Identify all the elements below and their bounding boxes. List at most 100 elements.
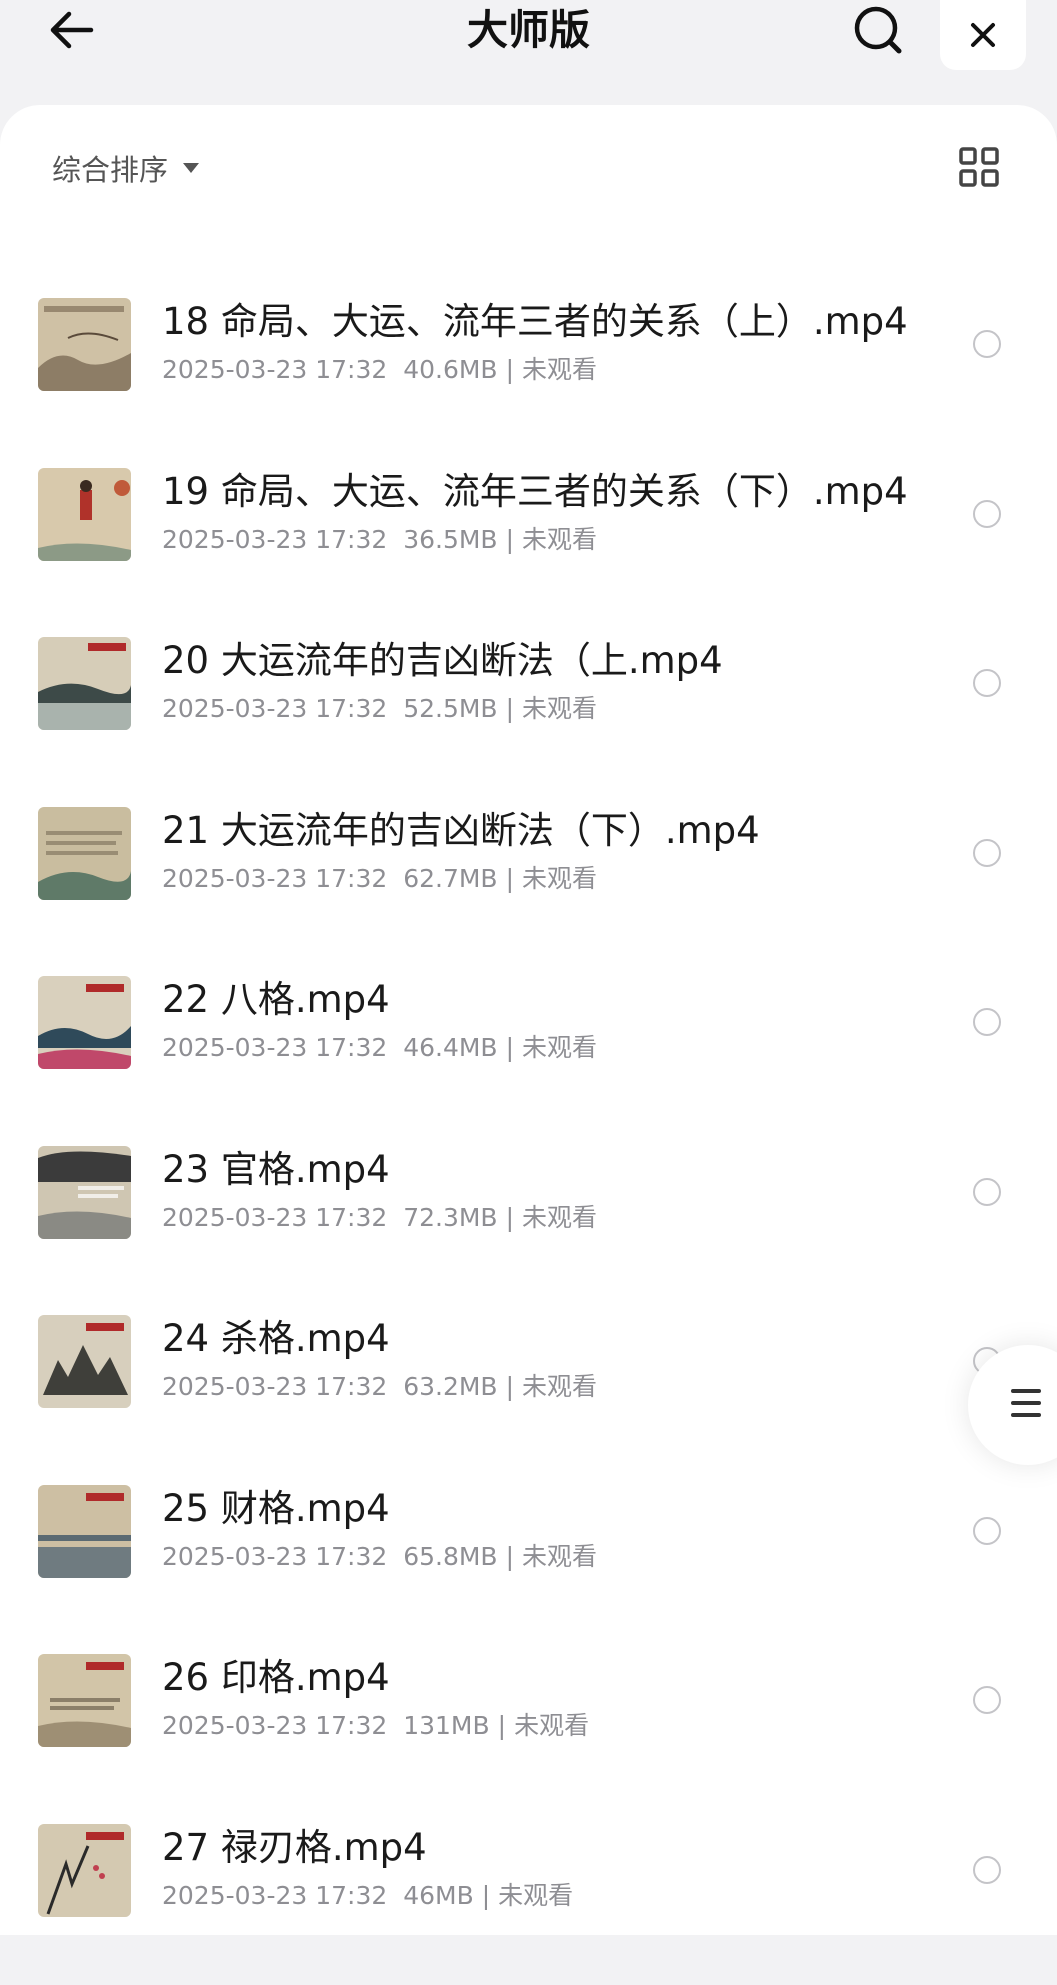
- close-icon: [968, 20, 998, 50]
- file-row[interactable]: 26 印格.mp4 2025-03-23 17:32 131MB | 未观看: [0, 1646, 1057, 1816]
- select-radio[interactable]: [973, 839, 1001, 867]
- watch-status: 未观看: [522, 694, 597, 723]
- file-row[interactable]: 20 大运流年的吉凶断法（上.mp4 2025-03-23 17:32 52.5…: [0, 629, 1057, 799]
- file-size: 52.5MB: [403, 694, 497, 723]
- file-name: 23 官格.mp4: [162, 1146, 390, 1194]
- file-size: 65.8MB: [403, 1542, 497, 1571]
- select-radio[interactable]: [973, 500, 1001, 528]
- file-list-panel: 综合排序 18 命局、大运、流年三者的关系（上）.mp4: [0, 105, 1057, 1935]
- file-size: 40.6MB: [403, 355, 497, 384]
- sort-dropdown[interactable]: 综合排序: [52, 143, 200, 193]
- file-row[interactable]: 27 禄刃格.mp4 2025-03-23 17:32 46MB|未观看: [0, 1816, 1057, 1985]
- file-meta: 2025-03-23 17:32 63.2MB | 未观看: [162, 1370, 597, 1404]
- file-meta: 2025-03-23 17:32 52.5MB | 未观看: [162, 692, 597, 726]
- select-radio[interactable]: [973, 1008, 1001, 1036]
- file-date: 2025-03-23 17:32: [162, 1542, 387, 1571]
- meta-separator: |: [506, 864, 514, 893]
- watch-status: 未观看: [522, 1542, 597, 1571]
- file-row[interactable]: 22 八格.mp4 2025-03-23 17:32 46.4MB | 未观看: [0, 968, 1057, 1138]
- file-size: 131MB: [403, 1711, 489, 1740]
- file-date: 2025-03-23 17:32: [162, 1372, 387, 1401]
- meta-separator: |: [506, 1203, 514, 1232]
- meta-separator: |: [482, 1881, 490, 1910]
- file-name: 20 大运流年的吉凶断法（上.mp4: [162, 637, 723, 685]
- watch-status: 未观看: [498, 1881, 573, 1910]
- file-name: 25 财格.mp4: [162, 1485, 390, 1533]
- file-size: 46MB: [403, 1881, 474, 1910]
- select-radio[interactable]: [973, 1178, 1001, 1206]
- watch-status: 未观看: [522, 525, 597, 554]
- file-name: 24 杀格.mp4: [162, 1315, 390, 1363]
- file-name: 26 印格.mp4: [162, 1654, 390, 1702]
- video-thumbnail: [38, 807, 131, 900]
- meta-separator: |: [506, 525, 514, 554]
- search-button[interactable]: [845, 0, 911, 60]
- file-size: 72.3MB: [403, 1203, 497, 1232]
- meta-separator: |: [506, 694, 514, 723]
- file-row[interactable]: 21 大运流年的吉凶断法（下）.mp4 2025-03-23 17:32 62.…: [0, 799, 1057, 969]
- file-row[interactable]: 25 财格.mp4 2025-03-23 17:32 65.8MB | 未观看: [0, 1477, 1057, 1647]
- file-size: 36.5MB: [403, 525, 497, 554]
- file-list: 18 命局、大运、流年三者的关系（上）.mp4 2025-03-23 17:32…: [0, 290, 1057, 1985]
- file-meta: 2025-03-23 17:32 40.6MB | 未观看: [162, 353, 597, 387]
- file-meta: 2025-03-23 17:32 36.5MB | 未观看: [162, 523, 597, 557]
- file-name: 21 大运流年的吉凶断法（下）.mp4: [162, 807, 760, 855]
- meta-separator: |: [506, 1372, 514, 1401]
- video-thumbnail: [38, 1485, 131, 1578]
- video-thumbnail: [38, 976, 131, 1069]
- video-thumbnail: [38, 298, 131, 391]
- file-date: 2025-03-23 17:32: [162, 864, 387, 893]
- video-thumbnail: [38, 468, 131, 561]
- grid-view-button[interactable]: [955, 143, 1003, 191]
- file-name: 22 八格.mp4: [162, 976, 390, 1024]
- meta-separator: |: [506, 1542, 514, 1571]
- file-date: 2025-03-23 17:32: [162, 1203, 387, 1232]
- file-row[interactable]: 24 杀格.mp4 2025-03-23 17:32 63.2MB | 未观看: [0, 1307, 1057, 1477]
- file-name: 19 命局、大运、流年三者的关系（下）.mp4: [162, 468, 908, 516]
- menu-icon-bar: [1011, 1413, 1041, 1417]
- file-date: 2025-03-23 17:32: [162, 694, 387, 723]
- meta-separator: |: [498, 1711, 506, 1740]
- file-meta: 2025-03-23 17:32 131MB | 未观看: [162, 1709, 589, 1743]
- video-thumbnail: [38, 637, 131, 730]
- watch-status: 未观看: [522, 355, 597, 384]
- top-bar: 大师版: [0, 0, 1057, 100]
- file-row[interactable]: 23 官格.mp4 2025-03-23 17:32 72.3MB | 未观看: [0, 1138, 1057, 1308]
- menu-icon-bar: [1011, 1389, 1041, 1393]
- file-meta: 2025-03-23 17:32 46MB | 未观看: [162, 1879, 573, 1913]
- video-thumbnail: [38, 1315, 131, 1408]
- select-radio[interactable]: [973, 1686, 1001, 1714]
- file-row[interactable]: 18 命局、大运、流年三者的关系（上）.mp4 2025-03-23 17:32…: [0, 290, 1057, 460]
- select-radio[interactable]: [973, 669, 1001, 697]
- select-radio[interactable]: [973, 1517, 1001, 1545]
- sort-label: 综合排序: [52, 147, 168, 189]
- watch-status: 未观看: [522, 1203, 597, 1232]
- file-meta: 2025-03-23 17:32 62.7MB|未观看: [162, 862, 597, 896]
- file-name: 18 命局、大运、流年三者的关系（上）.mp4: [162, 298, 908, 346]
- grid-view-icon: [955, 143, 1003, 191]
- file-meta: 2025-03-23 17:32 46.4MB | 未观看: [162, 1031, 597, 1065]
- file-meta: 2025-03-23 17:32 72.3MB | 未观看: [162, 1201, 597, 1235]
- meta-separator: |: [506, 355, 514, 384]
- menu-icon-bar: [1011, 1401, 1041, 1405]
- watch-status: 未观看: [522, 1033, 597, 1062]
- video-thumbnail: [38, 1146, 131, 1239]
- file-size: 46.4MB: [403, 1033, 497, 1062]
- close-button[interactable]: [940, 0, 1026, 70]
- meta-separator: |: [506, 1033, 514, 1062]
- file-date: 2025-03-23 17:32: [162, 1033, 387, 1062]
- file-date: 2025-03-23 17:32: [162, 1711, 387, 1740]
- select-radio[interactable]: [973, 1856, 1001, 1884]
- file-date: 2025-03-23 17:32: [162, 525, 387, 554]
- file-date: 2025-03-23 17:32: [162, 1881, 387, 1910]
- watch-status: 未观看: [514, 1711, 589, 1740]
- watch-status: 未观看: [522, 864, 597, 893]
- file-size: 63.2MB: [403, 1372, 497, 1401]
- select-radio[interactable]: [973, 330, 1001, 358]
- watch-status: 未观看: [522, 1372, 597, 1401]
- file-date: 2025-03-23 17:32: [162, 355, 387, 384]
- caret-down-icon: [182, 162, 200, 174]
- file-row[interactable]: 19 命局、大运、流年三者的关系（下）.mp4 2025-03-23 17:32…: [0, 460, 1057, 630]
- search-icon: [852, 4, 904, 56]
- file-meta: 2025-03-23 17:32 65.8MB | 未观看: [162, 1540, 597, 1574]
